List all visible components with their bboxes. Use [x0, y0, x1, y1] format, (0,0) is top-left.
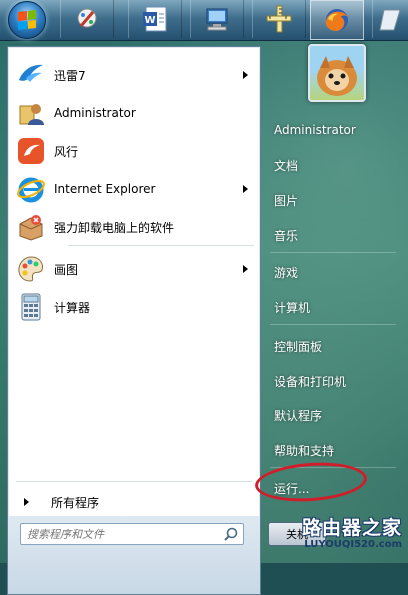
expand-arrow-icon: [24, 498, 29, 506]
programs-pane: 迅雷7 Administrator 风行 Internet Explorer 强…: [7, 46, 261, 518]
program-label: 计算器: [54, 300, 91, 315]
places-item-default-programs[interactable]: 默认程序: [274, 404, 322, 426]
computer-icon[interactable]: [190, 0, 244, 38]
word-document-icon[interactable]: W: [128, 0, 182, 38]
program-label: 风行: [54, 144, 79, 159]
taskbar: W: [0, 0, 408, 41]
places-item-user[interactable]: Administrator: [274, 119, 356, 141]
all-programs-button[interactable]: 所有程序: [24, 490, 254, 514]
calculator-icon: [16, 292, 46, 322]
program-label: Internet Explorer: [54, 182, 156, 196]
places-item-label: 帮助和支持: [274, 443, 335, 458]
user-avatar[interactable]: [308, 44, 366, 102]
places-item-label: 设备和打印机: [274, 374, 347, 389]
xunlei-bird-icon: [16, 60, 46, 90]
user-folder-icon: [16, 98, 46, 128]
program-label: 迅雷7: [54, 68, 86, 83]
places-item-computer[interactable]: 计算机: [274, 296, 310, 318]
shutdown-button[interactable]: 关机: [268, 522, 326, 546]
program-paint[interactable]: 画图: [12, 251, 258, 287]
internet-explorer-icon: [16, 174, 46, 204]
places-separator: [270, 252, 396, 253]
places-item-label: 图片: [274, 193, 299, 208]
places-item-help-support[interactable]: 帮助和支持: [274, 439, 334, 461]
search-field[interactable]: [20, 523, 244, 545]
program-label: Administrator: [54, 106, 136, 120]
places-separator: [270, 324, 396, 325]
program-administrator[interactable]: Administrator: [12, 95, 258, 131]
app-icon[interactable]: [372, 0, 408, 38]
svg-text:W: W: [144, 15, 155, 26]
program-xunlei[interactable]: 迅雷7: [12, 57, 258, 93]
menu-separator: [68, 245, 254, 246]
shutdown-label: 关机: [286, 528, 308, 541]
windows-start-orb-icon[interactable]: [8, 1, 46, 39]
program-funshion[interactable]: 风行: [12, 133, 258, 169]
search-icon[interactable]: [223, 526, 239, 542]
paint-tool-icon[interactable]: [60, 0, 114, 38]
uninstall-box-icon: [16, 212, 46, 242]
places-item-label: 音乐: [274, 228, 299, 243]
places-item-documents[interactable]: 文档: [274, 154, 298, 176]
search-input[interactable]: [21, 524, 219, 544]
places-item-label: Administrator: [274, 123, 356, 137]
places-item-label: 计算机: [274, 300, 311, 315]
program-label: 画图: [54, 262, 79, 277]
places-item-label: 默认程序: [274, 408, 323, 423]
program-internet-explorer[interactable]: Internet Explorer: [12, 171, 258, 207]
places-item-pictures[interactable]: 图片: [274, 189, 298, 211]
program-label: 强力卸载电脑上的软件: [54, 220, 175, 235]
submenu-arrow-icon: [243, 265, 248, 273]
ruler-tool-icon[interactable]: [252, 0, 306, 38]
places-item-label: 文档: [274, 158, 299, 173]
all-programs-label: 所有程序: [51, 495, 100, 510]
places-item-music[interactable]: 音乐: [274, 224, 298, 246]
places-item-games[interactable]: 游戏: [274, 261, 298, 283]
program-calculator[interactable]: 计算器: [12, 289, 258, 325]
program-uninstall-tool[interactable]: 强力卸载电脑上的软件: [12, 209, 258, 245]
places-item-devices-printers[interactable]: 设备和打印机: [274, 370, 346, 392]
places-item-label: 控制面板: [274, 339, 323, 354]
submenu-arrow-icon: [243, 185, 248, 193]
places-item-control-panel[interactable]: 控制面板: [274, 335, 322, 357]
funshion-icon: [16, 136, 46, 166]
places-item-label: 游戏: [274, 265, 299, 280]
submenu-arrow-icon: [243, 71, 248, 79]
menu-separator: [16, 481, 252, 482]
firefox-icon[interactable]: [310, 0, 364, 40]
paint-palette-icon: [16, 254, 46, 284]
